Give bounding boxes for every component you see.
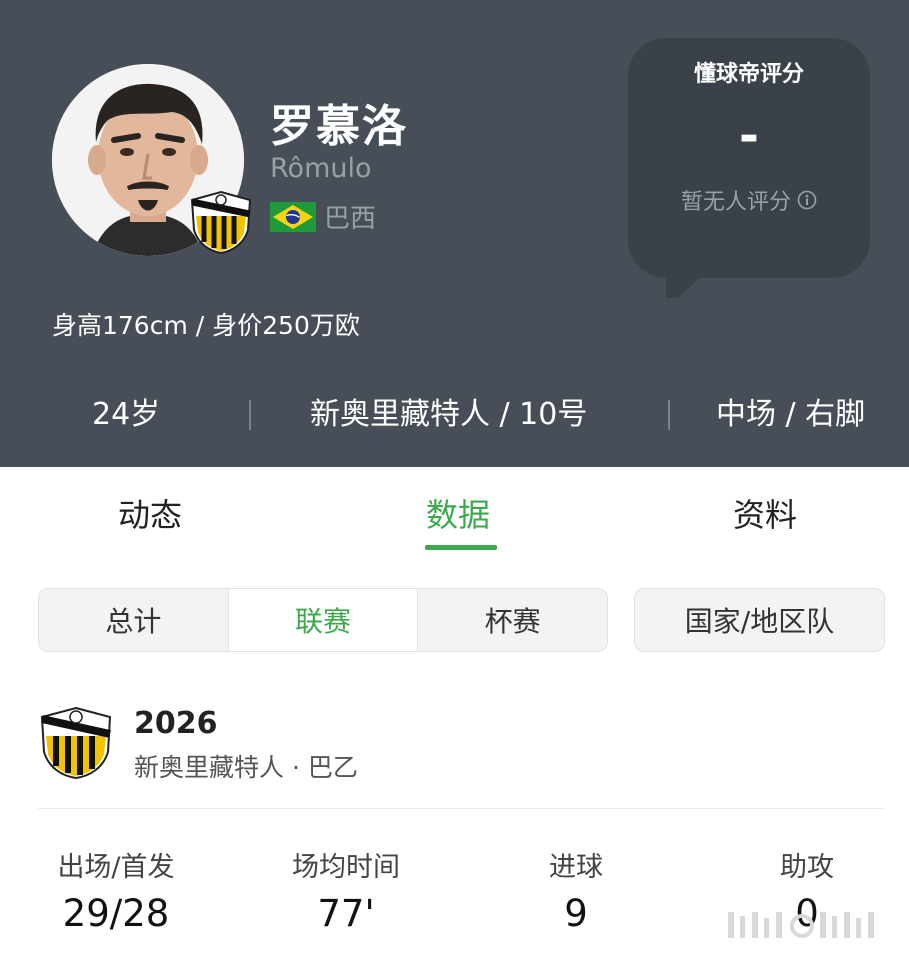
club-badge-icon (190, 190, 252, 254)
rating-card-tail (666, 270, 708, 298)
tab-feed[interactable]: 动态 (118, 490, 182, 536)
stat-value: 77' (317, 892, 375, 935)
active-tab-indicator (425, 545, 497, 550)
watermark-logo-icon (728, 912, 874, 938)
meta-divider (668, 400, 670, 430)
rating-value: - (739, 108, 759, 164)
player-meta-row: 24岁 新奥里藏特人 / 10号 中场 / 右脚 (0, 388, 909, 442)
player-name-cn: 罗慕洛 (270, 101, 408, 152)
rating-note-text: 暂无人评分 (680, 190, 791, 215)
filter-national-team[interactable]: 国家/地区队 (634, 588, 885, 652)
meta-divider (249, 400, 251, 430)
tab-data[interactable]: 数据 (426, 490, 490, 536)
stat-appearances: 出场/首发 29/28 (16, 845, 216, 935)
rating-card[interactable]: 懂球帝评分 - 暂无人评分 (628, 38, 870, 278)
info-icon[interactable] (797, 190, 817, 210)
season-club-league: 新奥里藏特人 · 巴乙 (134, 753, 358, 782)
body-info: 身高176cm / 身价250万欧 (52, 311, 360, 340)
filter-league[interactable]: 联赛 (228, 589, 419, 651)
brazil-flag-icon (270, 201, 316, 232)
stat-goals: 进球 9 (476, 845, 676, 935)
stat-value: 9 (564, 892, 588, 935)
tab-profile[interactable]: 资料 (733, 490, 797, 536)
stat-minutes-per-game: 场均时间 77' (246, 845, 446, 935)
meta-position-foot: 中场 / 右脚 (716, 397, 866, 432)
filter-cup[interactable]: 杯赛 (418, 589, 607, 651)
club-badge-icon (40, 706, 112, 780)
player-header: 罗慕洛 Rômulo 巴西 身高176cm / 身价250万欧 懂球帝评分 - … (0, 0, 909, 467)
stat-label: 助攻 (780, 852, 834, 883)
meta-age: 24岁 (92, 397, 161, 432)
player-name-en: Rômulo (270, 153, 372, 184)
rating-note: 暂无人评分 (628, 184, 870, 216)
section-divider (38, 808, 885, 809)
meta-club-number: 新奥里藏特人 / 10号 (310, 397, 588, 432)
season-year: 2026 (134, 706, 218, 741)
stat-label: 进球 (549, 852, 603, 883)
competition-filter: 总计 联赛 杯赛 (38, 588, 608, 652)
filter-total[interactable]: 总计 (39, 589, 229, 651)
player-nation: 巴西 (270, 198, 376, 235)
stat-label: 场均时间 (292, 852, 400, 883)
stat-label: 出场/首发 (57, 852, 175, 883)
stat-value: 29/28 (62, 892, 170, 935)
nation-label: 巴西 (324, 204, 377, 234)
rating-title: 懂球帝评分 (693, 62, 804, 87)
